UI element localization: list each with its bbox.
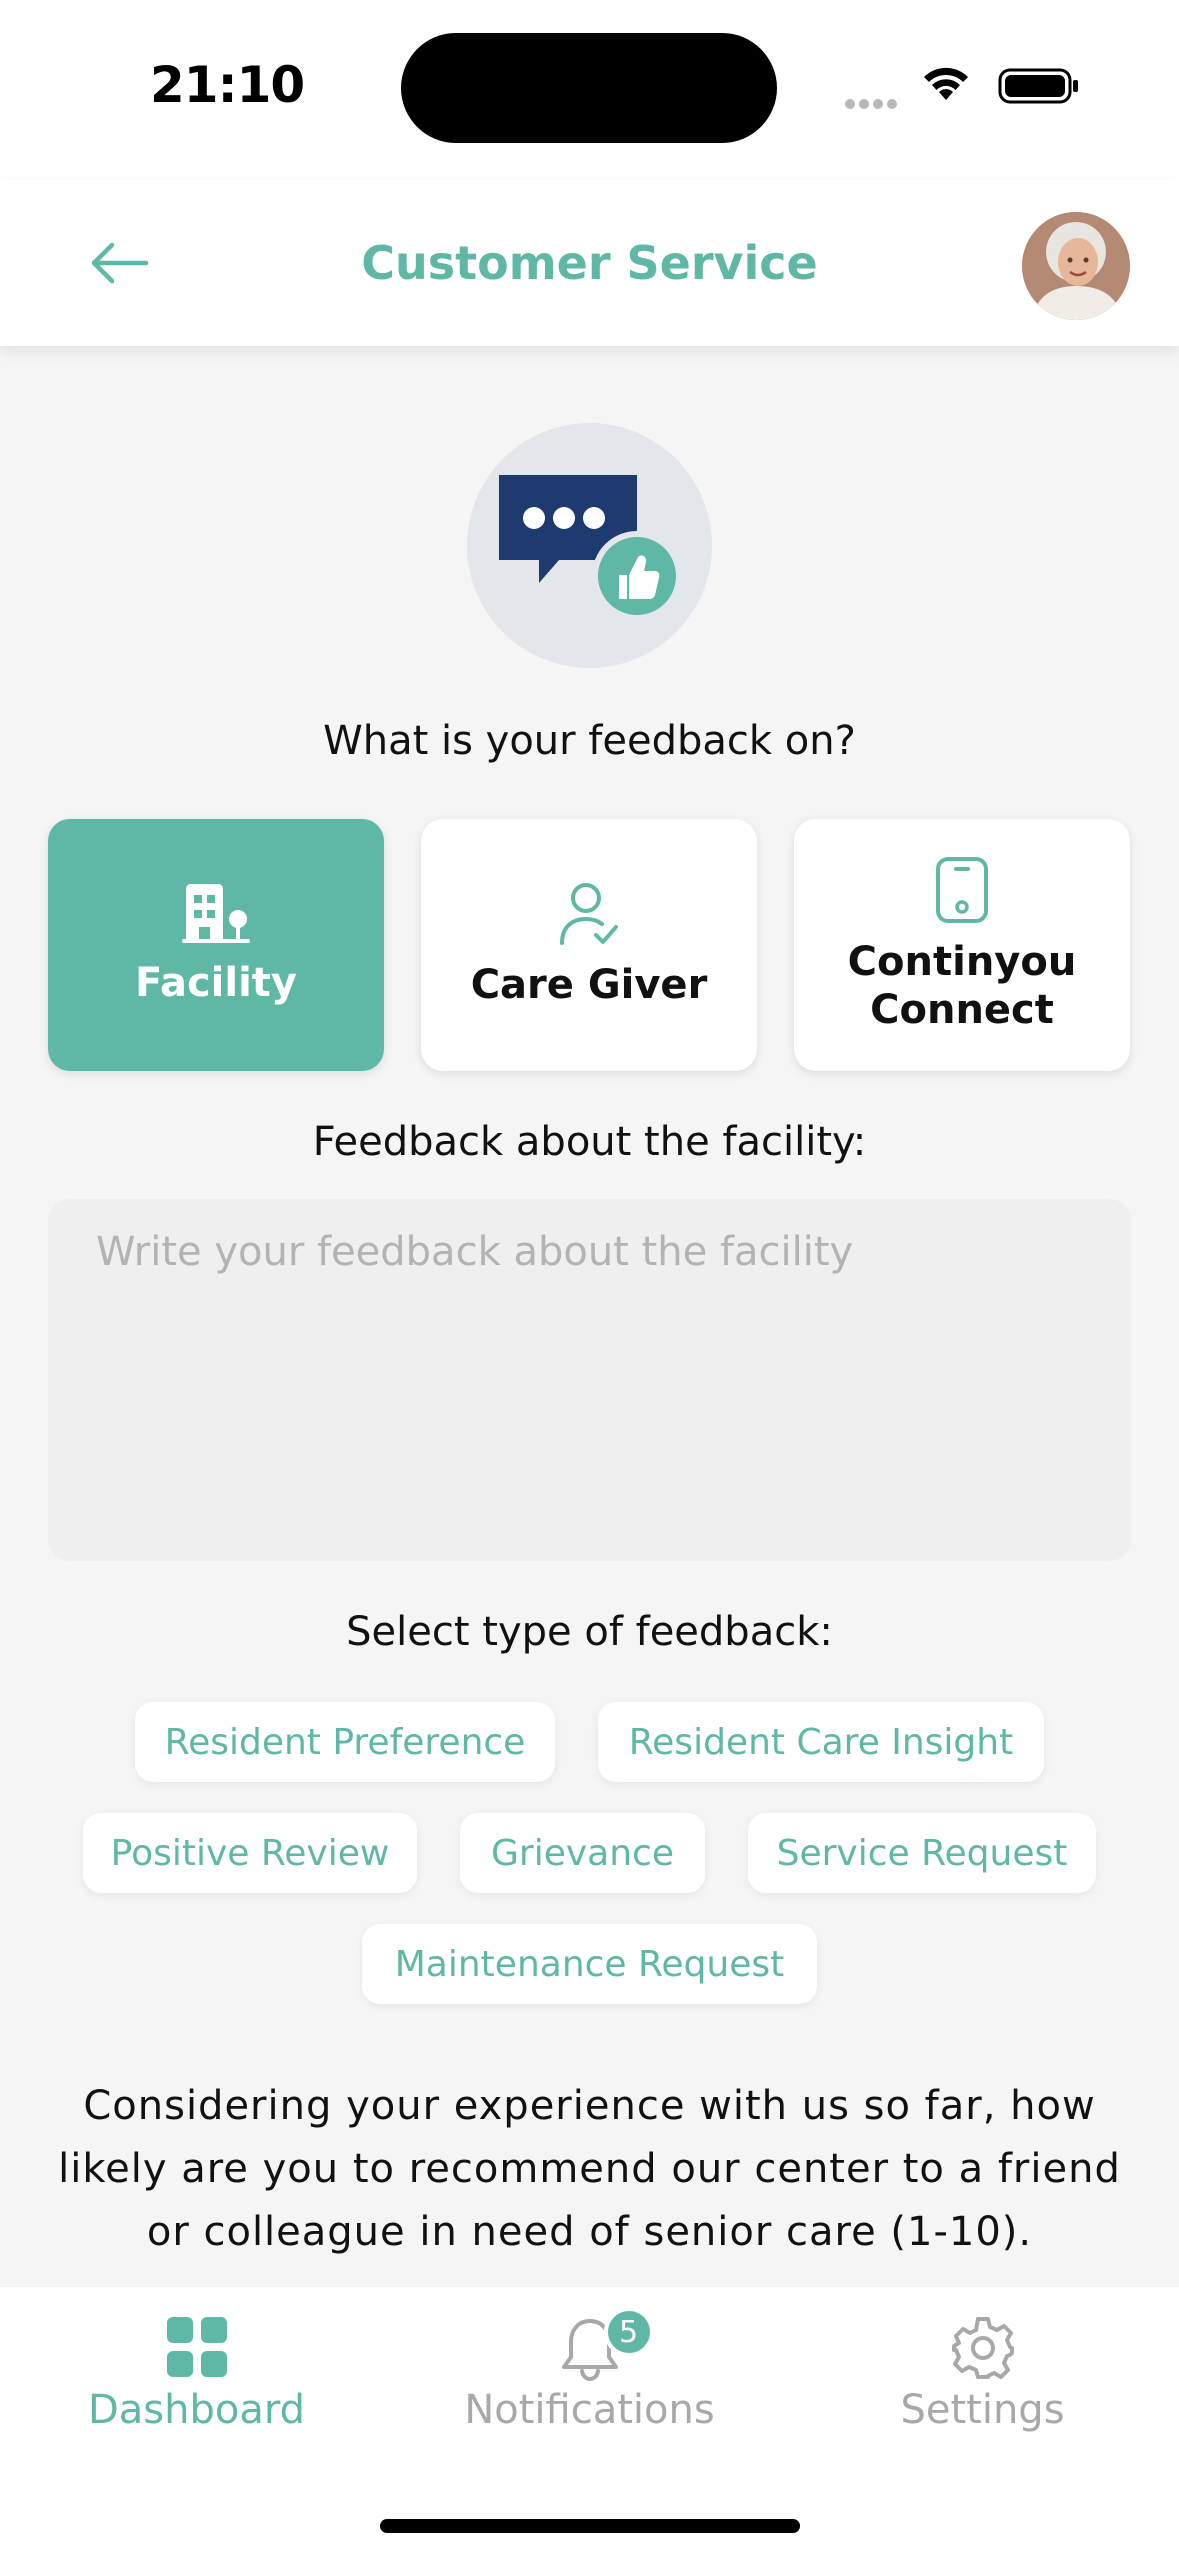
- chip-grievance[interactable]: Grievance: [460, 1813, 705, 1893]
- tab-label: Settings: [900, 2387, 1065, 2433]
- bottom-tab-bar: Dashboard 5 Notifications Settings: [0, 2287, 1179, 2556]
- category-facility[interactable]: Facility: [48, 819, 384, 1071]
- page-title: Customer Service: [361, 236, 818, 290]
- tab-label: Notifications: [464, 2387, 715, 2433]
- category-label: Care Giver: [470, 962, 708, 1008]
- tab-dashboard[interactable]: Dashboard: [0, 2287, 393, 2467]
- home-indicator: [380, 2519, 800, 2533]
- dynamic-island: [401, 33, 777, 143]
- feedback-question: What is your feedback on?: [323, 718, 856, 764]
- gear-icon: [951, 2317, 1014, 2379]
- notification-badge: 5: [603, 2307, 654, 2357]
- signal-icon: [845, 94, 905, 109]
- phone-icon: [936, 857, 988, 923]
- feedback-field-label: Feedback about the facility:: [312, 1119, 867, 1165]
- top-app-bar: Customer Service: [0, 180, 1179, 346]
- chip-resident-care-insight[interactable]: Resident Care Insight: [598, 1702, 1044, 1782]
- tab-notifications[interactable]: 5 Notifications: [393, 2287, 786, 2467]
- feedback-textarea[interactable]: Write your feedback about the facility: [48, 1199, 1131, 1561]
- feedback-placeholder: Write your feedback about the facility: [96, 1229, 854, 1275]
- dashboard-icon: [166, 2317, 227, 2377]
- avatar[interactable]: [1022, 212, 1130, 320]
- status-bar: 21:10: [0, 0, 1179, 180]
- category-label: Continyou Connect: [847, 939, 1077, 1033]
- nps-question: Considering your experience with us so f…: [58, 2083, 1121, 2255]
- building-icon: [182, 884, 250, 943]
- status-time: 21:10: [150, 56, 305, 114]
- chip-service-request[interactable]: Service Request: [748, 1813, 1096, 1893]
- chip-positive-review[interactable]: Positive Review: [83, 1813, 417, 1893]
- battery-icon: [998, 68, 1078, 104]
- feedback-type-label: Select type of feedback:: [346, 1609, 833, 1655]
- caregiver-icon: [560, 883, 618, 945]
- chip-maintenance-request[interactable]: Maintenance Request: [362, 1924, 817, 2004]
- feedback-hero-icon: [467, 423, 712, 668]
- chip-resident-preference[interactable]: Resident Preference: [135, 1702, 555, 1782]
- tab-settings[interactable]: Settings: [786, 2287, 1179, 2467]
- category-continyou-connect[interactable]: Continyou Connect: [794, 819, 1130, 1071]
- wifi-icon: [924, 67, 968, 100]
- tab-label: Dashboard: [87, 2387, 305, 2433]
- category-label: Facility: [134, 960, 297, 1006]
- category-care-giver[interactable]: Care Giver: [421, 819, 757, 1071]
